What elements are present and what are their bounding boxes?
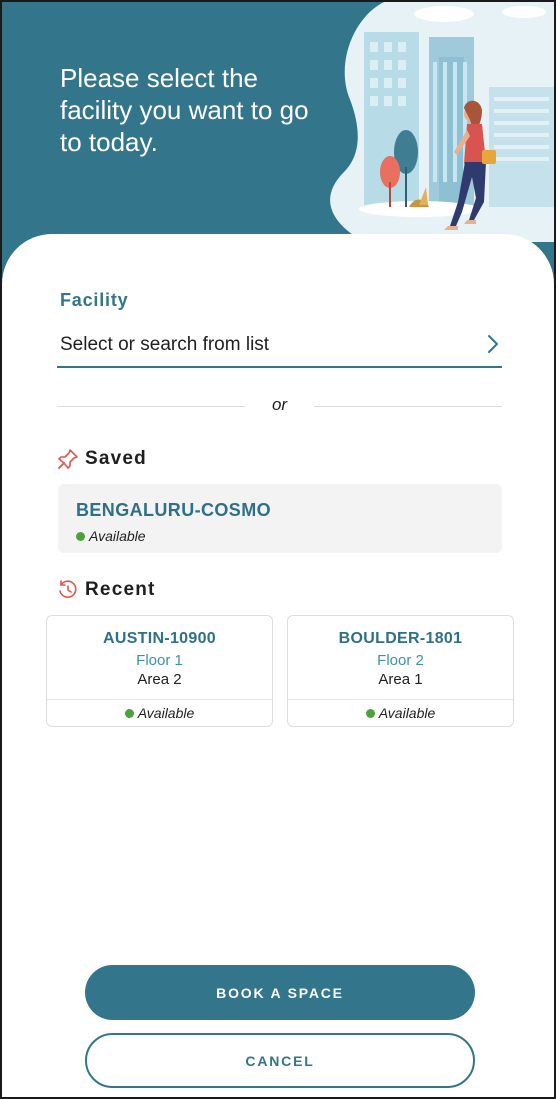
recent-facility-floor: Floor 1 <box>136 652 183 669</box>
history-clock-icon <box>59 580 77 598</box>
saved-heading: Saved <box>85 448 147 469</box>
saved-section-header: Saved <box>57 448 147 470</box>
recent-facility-status: Available <box>288 705 513 721</box>
saved-facility-card[interactable]: BENGALURU-COSMO Available <box>58 484 502 553</box>
recent-section-header: Recent <box>57 579 156 601</box>
page-title: Please select the facility you want to g… <box>60 63 309 157</box>
book-a-space-button[interactable]: BOOK A SPACE <box>85 965 475 1020</box>
available-dot-icon <box>124 708 134 718</box>
status-text: Available <box>89 528 146 544</box>
recent-heading: Recent <box>85 579 156 600</box>
or-divider: or <box>57 395 502 419</box>
recent-facility-name: AUSTIN-10900 <box>103 630 216 647</box>
pin-icon <box>58 449 78 469</box>
card-divider <box>288 699 513 700</box>
facility-search-placeholder: Select or search from list <box>60 334 270 355</box>
recent-facility-area: Area 2 <box>137 671 182 688</box>
recent-facility-card[interactable]: AUSTIN-10900 Floor 1 Area 2 Available <box>46 615 273 727</box>
saved-facility-name: BENGALURU-COSMO <box>76 500 271 520</box>
card-divider <box>47 699 272 700</box>
recent-facility-area: Area 1 <box>378 671 423 688</box>
recent-facility-name: BOULDER-1801 <box>338 630 463 647</box>
facility-label: Facility <box>60 290 129 310</box>
or-text: or <box>271 395 288 414</box>
available-dot-icon <box>365 708 375 718</box>
app-screen: Please select the facility you want to g… <box>0 0 556 1099</box>
recent-facility-status: Available <box>47 705 272 721</box>
cancel-button[interactable]: CANCEL <box>85 1033 475 1088</box>
status-text: Available <box>137 705 195 721</box>
chevron-right-icon <box>488 335 498 353</box>
divider-line-right <box>314 406 502 407</box>
recent-facility-floor: Floor 2 <box>377 652 424 669</box>
status-text: Available <box>378 705 436 721</box>
recent-facility-card[interactable]: BOULDER-1801 Floor 2 Area 1 Available <box>287 615 514 727</box>
city-walker-illustration <box>330 2 554 242</box>
saved-facility-status: Available <box>76 528 146 544</box>
available-dot-icon <box>76 531 85 541</box>
facility-search-field[interactable]: Select or search from list <box>57 322 502 368</box>
